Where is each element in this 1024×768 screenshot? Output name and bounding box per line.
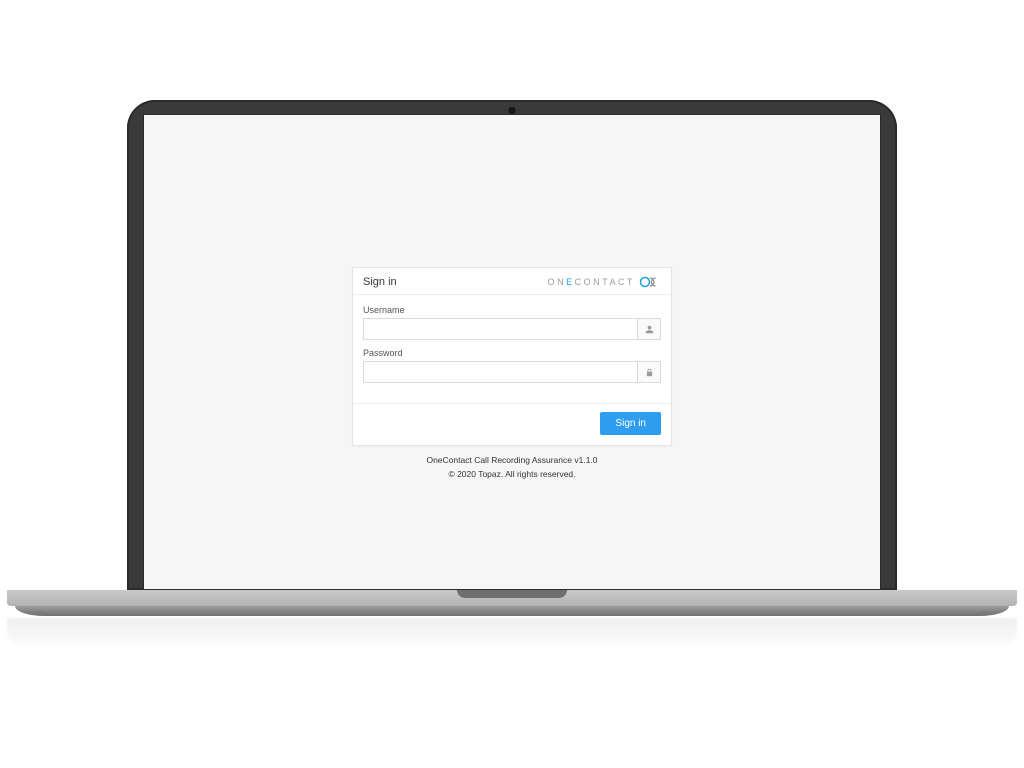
username-input[interactable] [363,318,637,340]
panel-title: Sign in [363,276,397,288]
brand-text-prefix: ON [548,277,567,287]
password-field-group: Password [363,348,661,383]
username-input-group [363,318,661,340]
copyright-text: © 2020 Topaz. All rights reserved. [426,468,597,482]
password-label: Password [363,348,661,358]
panel-footer: Sign in [353,403,671,445]
laptop-base-top [7,590,1017,606]
password-input-group [363,361,661,383]
panel-header: Sign in ONECONTACT [353,268,671,295]
brand-logo-mark-icon [639,276,661,288]
signin-button[interactable]: Sign in [600,412,661,435]
laptop-lid: Sign in ONECONTACT [127,100,897,590]
screen-viewport: Sign in ONECONTACT [143,114,881,590]
camera-dot [509,107,516,114]
username-label: Username [363,305,661,315]
signin-panel: Sign in ONECONTACT [352,267,672,446]
password-input[interactable] [363,361,637,383]
brand-text-accent: E [566,277,575,287]
laptop-notch [457,590,567,598]
user-icon [637,318,661,340]
laptop-reflection [7,618,1017,652]
laptop-base-bottom [15,606,1009,616]
product-version: OneContact Call Recording Assurance v1.1… [426,454,597,468]
footer-meta: OneContact Call Recording Assurance v1.1… [426,454,597,481]
stage: Sign in ONECONTACT [0,0,1024,768]
laptop-mockup: Sign in ONECONTACT [127,100,897,768]
brand-logo: ONECONTACT [548,276,661,288]
brand-text: ONECONTACT [548,277,635,287]
brand-text-suffix: CONTACT [575,277,635,287]
username-field-group: Username [363,305,661,340]
laptop-base [7,590,1017,616]
lock-icon [637,361,661,383]
panel-body: Username Password [353,295,671,403]
